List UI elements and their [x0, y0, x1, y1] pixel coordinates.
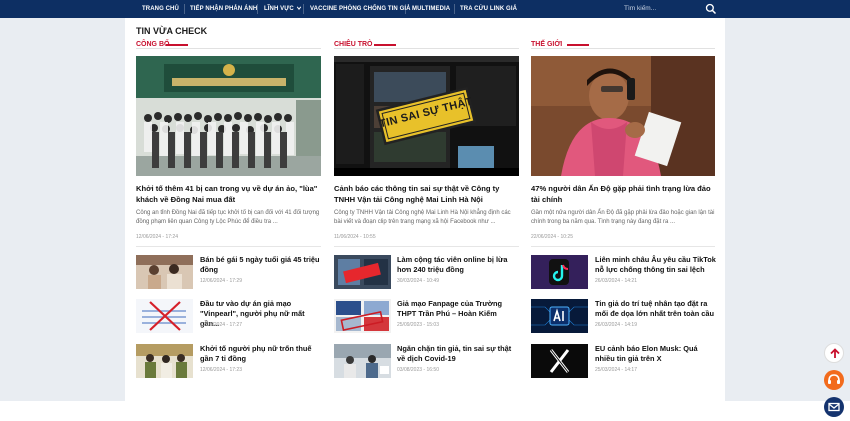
- article-thumbnail[interactable]: [334, 255, 391, 289]
- hero-summary: Công ty TNHH Vận tải Công nghệ Mai Linh …: [334, 210, 511, 225]
- category-underline: [567, 44, 589, 46]
- hero-image[interactable]: [136, 56, 321, 176]
- article-timestamp: 12/06/2024 - 17:23: [200, 367, 242, 373]
- column-divider: [136, 246, 321, 247]
- nav-separator: [184, 4, 185, 14]
- article-thumbnail[interactable]: [334, 299, 391, 333]
- nav-separator: [303, 4, 304, 14]
- article-thumbnail[interactable]: [136, 344, 193, 378]
- article-headline[interactable]: Giả mạo Fanpage của Trường THPT Trần Phú…: [397, 299, 521, 319]
- nav-item-home[interactable]: TRANG CHỦ: [142, 0, 179, 18]
- category-divider: [531, 48, 715, 49]
- column-divider: [531, 246, 715, 247]
- nav-item-multimedia[interactable]: MULTIMEDIA: [412, 0, 450, 18]
- article-timestamp: 03/08/2023 - 16:50: [397, 367, 439, 373]
- article-thumbnail[interactable]: [136, 299, 193, 333]
- nav-item-report[interactable]: TIẾP NHẬN PHẢN ÁNH: [190, 0, 257, 18]
- contact-mail-button[interactable]: [824, 397, 844, 417]
- hero-image[interactable]: [531, 56, 715, 176]
- footer-strip: [0, 401, 850, 421]
- article-thumbnail[interactable]: [531, 344, 588, 378]
- hero-timestamp: 22/06/2024 - 10:25: [531, 234, 573, 240]
- category-label[interactable]: THẾ GIỚI: [531, 41, 562, 48]
- column-divider: [334, 246, 519, 247]
- article-thumbnail[interactable]: [334, 344, 391, 378]
- article-headline[interactable]: Ngăn chặn tin giả, tin sai sự thật về dị…: [397, 344, 521, 364]
- scroll-to-top-button[interactable]: [824, 343, 844, 363]
- category-underline: [374, 44, 396, 46]
- nav-item-fake-link-lookup[interactable]: TRA CỨU LINK GIẢ: [460, 0, 517, 18]
- mail-icon: [828, 402, 840, 412]
- article-timestamp: 30/03/2024 - 10:49: [397, 278, 439, 284]
- category-label[interactable]: CHIÊU TRÒ: [334, 41, 373, 48]
- hero-headline[interactable]: Cảnh báo các thông tin sai sự thật về Cô…: [334, 184, 520, 205]
- nav-separator: [454, 4, 455, 14]
- article-timestamp: 25/03/2024 - 14:17: [595, 367, 637, 373]
- article-timestamp: 12/06/2024 - 17:29: [200, 278, 242, 284]
- hero-headline[interactable]: Khởi tố thêm 41 bị can trong vụ về dự án…: [136, 184, 322, 205]
- article-headline[interactable]: Bán bé gái 5 ngày tuổi giá 45 triệu đồng: [200, 255, 324, 275]
- arrow-up-icon: [830, 348, 840, 358]
- hero-timestamp: 11/06/2024 - 10:55: [334, 234, 376, 240]
- article-timestamp: 12/06/2024 - 17:27: [200, 322, 242, 328]
- top-navigation: TRANG CHỦ TIẾP NHẬN PHẢN ÁNH LĨNH VỰC VA…: [0, 0, 850, 18]
- search-placeholder: Tìm kiếm...: [624, 5, 657, 12]
- article-thumbnail[interactable]: [531, 255, 588, 289]
- nav-separator: [257, 4, 258, 14]
- hero-image[interactable]: TIN SAI SỰ THẬT: [334, 56, 519, 176]
- article-headline[interactable]: Làm cộng tác viên online bị lừa hơn 240 …: [397, 255, 521, 275]
- article-headline[interactable]: Tin giả do trí tuệ nhân tạo đặt ra mối đ…: [595, 299, 719, 319]
- nav-item-fields[interactable]: LĨNH VỰC: [264, 0, 302, 18]
- nav-item-fields-label: LĨNH VỰC: [264, 6, 294, 12]
- category-label[interactable]: CÔNG BỐ: [136, 41, 169, 48]
- search-icon[interactable]: [705, 3, 717, 15]
- support-hotline-button[interactable]: [824, 370, 844, 390]
- category-divider: [334, 48, 519, 49]
- headset-icon: [828, 374, 840, 384]
- article-thumbnail[interactable]: [531, 299, 588, 333]
- category-divider: [136, 48, 321, 49]
- nav-item-vaccine[interactable]: VACCINE PHÒNG CHỐNG TIN GIẢ: [310, 0, 411, 18]
- man-on-phone-image: [531, 56, 715, 176]
- section-title: TIN VỪA CHECK: [136, 26, 208, 36]
- article-timestamp: 26/03/2024 - 14:21: [595, 278, 637, 284]
- article-timestamp: 25/09/2023 - 15:03: [397, 322, 439, 328]
- category-underline: [166, 44, 188, 46]
- group-photo-image: [136, 56, 321, 176]
- chevron-down-icon: [296, 6, 301, 11]
- article-headline[interactable]: EU cảnh báo Elon Musk: Quá nhiều tin giả…: [595, 344, 719, 364]
- article-thumbnail[interactable]: [136, 255, 193, 289]
- hero-summary: Gần một nửa người dân Ấn Độ đã gặp phải …: [531, 210, 715, 225]
- hero-headline[interactable]: 47% người dân Ấn Độ gặp phải tình trạng …: [531, 184, 717, 205]
- hero-timestamp: 12/06/2024 - 17:24: [136, 234, 178, 240]
- nav-separator: [405, 4, 406, 14]
- article-headline[interactable]: Liên minh châu Âu yêu cầu TikTok nỗ lực …: [595, 255, 719, 275]
- article-timestamp: 26/03/2024 - 14:19: [595, 322, 637, 328]
- article-headline[interactable]: Khởi tố người phụ nữ trốn thuế gần 7 tỉ …: [200, 344, 324, 364]
- hero-summary: Công an tỉnh Đồng Nai đã tiếp tục khởi t…: [136, 210, 320, 225]
